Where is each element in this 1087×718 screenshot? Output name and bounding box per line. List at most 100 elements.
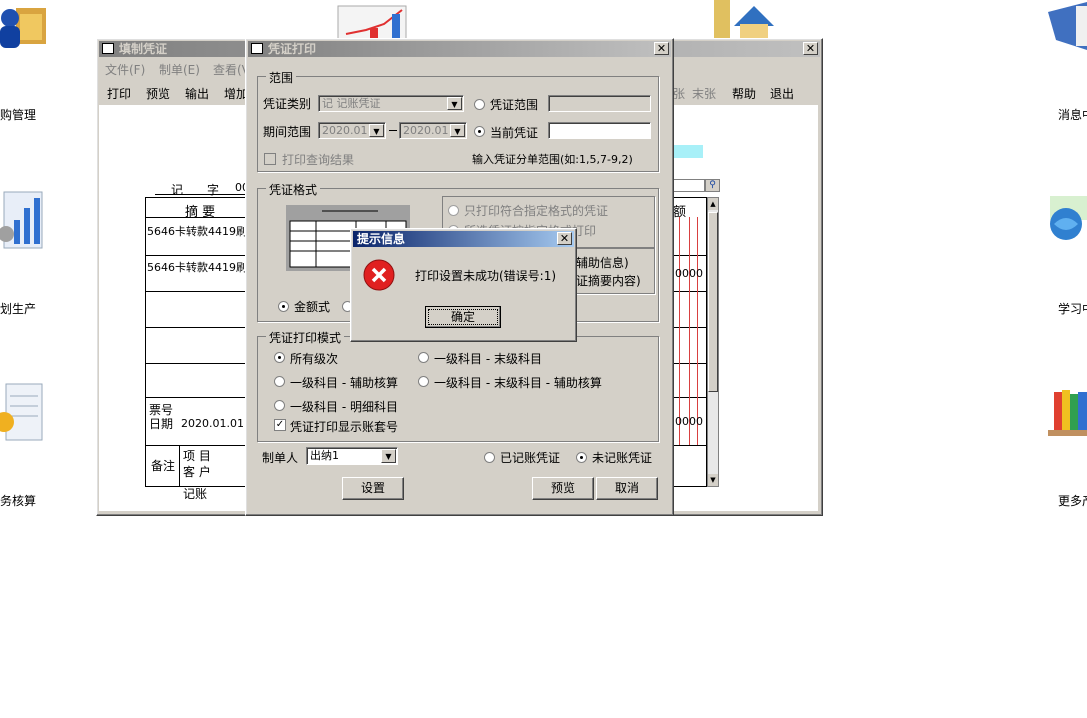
current-voucher-input[interactable] [548,122,651,139]
date-value: 2020.01.01 [181,417,244,430]
print-dialog-close-button[interactable]: ✕ [654,42,669,55]
period-from-select[interactable]: 2020.01 ▼ [318,122,386,139]
voucher-header-underline [155,194,247,195]
ok-button-focus: 确定 [428,309,498,325]
table-line [145,255,249,256]
home-icon[interactable] [714,0,776,40]
format-group-title: 凭证格式 [266,181,321,198]
posted-radio[interactable] [484,452,495,463]
table-line [145,397,249,398]
vertical-scrollbar[interactable]: ▲ ▼ [707,197,719,487]
mode-all-radio[interactable] [274,352,285,363]
toolbar-preview-button[interactable]: 预览 [146,85,170,102]
message-text: 打印设置未成功(错误号:1) [415,269,557,283]
preview-button[interactable]: 预览 [532,477,594,500]
amount-divider [679,217,680,445]
voucher-type-value: 记 记账凭证 [322,97,381,110]
toolbar-last-button[interactable]: 末张 [692,85,716,102]
project-label: 项 目 [183,449,211,463]
unposted-radio[interactable] [576,452,587,463]
unposted-label: 未记账凭证 [592,451,653,465]
search-field[interactable] [673,179,705,192]
ok-button-label: 确定 [450,310,475,324]
only-print-format-radio[interactable] [448,205,459,216]
period-from-value: 2020.01 [322,124,368,137]
message-box: 提示信息 ✕ 打印设置未成功(错误号:1) 确定 [350,228,577,342]
cancel-button[interactable]: 取消 [596,477,658,500]
voucher-window-close-button[interactable]: ✕ [803,42,818,55]
period-to-select[interactable]: 2020.01 ▼ [399,122,467,139]
setup-button[interactable]: 设置 [342,477,404,500]
print-query-label: 打印查询结果 [282,153,355,167]
show-account-set-checkbox[interactable]: ✓ [274,419,286,431]
print-query-checkbox[interactable] [264,153,276,165]
ok-button[interactable]: 确定 [425,306,501,328]
toolbar-next-button[interactable]: 张 [673,85,685,102]
chart-report-icon[interactable] [336,4,408,41]
scroll-thumb[interactable] [708,212,718,392]
chevron-down-icon[interactable]: ▼ [450,124,465,137]
chevron-down-icon[interactable]: ▼ [381,449,396,463]
chevron-down-icon[interactable]: ▼ [447,97,462,110]
search-icon[interactable]: ⚲ [705,179,720,192]
voucher-range-label: 凭证范围 [490,98,539,112]
books-icon[interactable] [1046,386,1087,442]
period-to-value: 2020.01 [403,124,449,137]
only-print-format-label: 只打印符合指定格式的凭证 [464,204,609,218]
period-dash [389,130,397,131]
amount-style-label: 金额式 [294,300,331,314]
desktop-label-message: 消息中 [1058,108,1087,122]
mode-all-label: 所有级次 [290,352,339,366]
mode-first-aux-label: 一级科目 - 辅助核算 [290,376,398,390]
mode-first-last-label: 一级科目 - 末级科目 [434,352,542,366]
maker-select[interactable]: 出纳1 ▼ [306,447,398,465]
posted-label: 已记账凭证 [500,451,561,465]
maker-label: 制单人 [262,451,299,465]
table-line [179,445,180,487]
scroll-down-arrow[interactable]: ▼ [708,474,718,486]
toolbar-print-button[interactable]: 打印 [107,85,131,102]
message-icon[interactable] [1046,0,1087,52]
toolbar-export-button[interactable]: 输出 [185,85,209,102]
bar-chart-icon[interactable] [0,190,44,250]
voucher-row-summary[interactable]: 5646卡转款4419刷卡 [147,223,258,239]
mode-first-last-aux-radio[interactable] [418,376,429,387]
scroll-up-arrow[interactable]: ▲ [708,198,718,210]
print-dialog-titlebar: 凭证打印 ✕ [248,41,671,57]
period-label: 期间范围 [263,125,312,139]
table-line [145,363,249,364]
voucher-type-select[interactable]: 记 记账凭证 ▼ [318,95,464,112]
voucher-range-radio[interactable] [474,99,485,110]
voucher-row-summary[interactable]: 5646卡转款4419刷卡 [147,259,258,275]
amount-style-radio[interactable] [278,301,289,312]
chevron-down-icon[interactable]: ▼ [369,124,384,137]
aux-info-label: 辅助信息) [576,256,629,270]
mode-first-aux-radio[interactable] [274,376,285,387]
print-dialog-icon [251,43,263,54]
toolbar-exit-button[interactable]: 退出 [770,85,794,102]
table-line [673,445,707,446]
amount-divider [689,217,690,445]
user-folder-icon[interactable] [0,0,48,50]
mode-first-last-radio[interactable] [418,352,429,363]
message-box-close-button[interactable]: ✕ [557,232,572,245]
highlight-strip [673,145,703,158]
maker-value: 出纳1 [310,449,339,462]
range-group-title: 范围 [266,69,297,86]
mode-first-last-aux-label: 一级科目 - 末级科目 - 辅助核算 [434,376,602,390]
current-voucher-radio[interactable] [474,126,485,137]
toolbar-help-button[interactable]: 帮助 [732,85,756,102]
desktop-label-accounting: 务核算 [0,494,37,508]
finance-icon[interactable] [0,382,44,442]
col-summary-header: 摘 要 [185,205,216,220]
customer-label: 客 户 [183,465,211,479]
error-icon [363,259,395,291]
mode-first-detail-radio[interactable] [274,400,285,411]
print-mode-group-title: 凭证打印模式 [266,329,345,346]
globe-icon[interactable] [1046,194,1087,248]
voucher-range-input[interactable] [548,95,651,112]
summary-content-label: 证摘要内容) [576,274,641,288]
voucher-header-zi: 字 [207,183,220,197]
menu-file[interactable]: 文件(F) [105,61,145,78]
menu-voucher[interactable]: 制单(E) [159,61,200,78]
